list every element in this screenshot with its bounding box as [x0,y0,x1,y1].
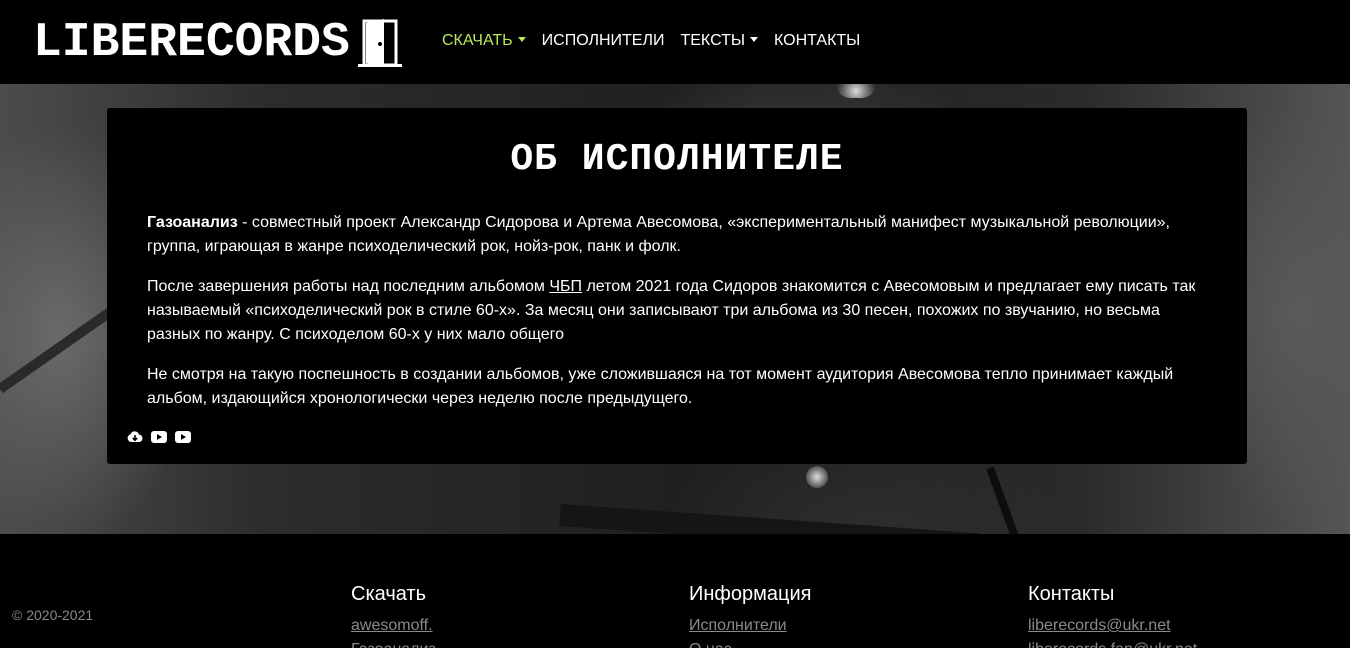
caret-down-icon [750,37,759,42]
footer-column-title: Скачать [351,583,426,605]
social-links [127,430,191,444]
footer-column-title: Контакты [1028,583,1115,605]
background-decoration [806,466,828,488]
project-name: Газоанализ [147,214,238,231]
about-title: ОБ ИСПОЛНИТЕЛЕ [510,138,844,181]
footer-column-title: Информация [689,583,812,605]
brand-logo-link[interactable]: LIBERECORDS [33,14,402,72]
about-paragraph-1: Газоанализ - совместный проект Александр… [147,211,1207,259]
background-decoration [836,84,876,98]
caret-down-icon [517,37,526,42]
about-paragraph-2: После завершения работы над последним ал… [147,275,1207,347]
about-paragraph-3: Не смотря на такую поспешность в создани… [147,366,1174,407]
nav-item-label: ИСПОЛНИТЕЛИ [541,32,665,49]
youtube-icon[interactable] [175,430,191,444]
hero-background: ОБ ИСПОЛНИТЕЛЕ Газоанализ - совместный п… [0,84,1350,534]
about-panel: ОБ ИСПОЛНИТЕЛЕ Газоанализ - совместный п… [107,108,1247,464]
paragraph-text: - совместный проект Александр Сидорова и… [147,214,1170,255]
cloud-download-icon[interactable] [127,430,143,444]
footer-link[interactable]: Исполнители [689,616,811,636]
nav-item-download[interactable]: СКАЧАТЬ [442,30,526,52]
about-text: Газоанализ - совместный проект Александр… [147,211,1207,411]
nav-item-artists[interactable]: ИСПОЛНИТЕЛИ [542,30,665,52]
footer-link[interactable]: Газоанализ [351,640,436,648]
paragraph-text: После завершения работы над последним ал… [147,278,550,295]
navbar: LIBERECORDS СКАЧАТЬ ИСПОЛНИТЕЛИ ТЕКСТЫ К… [0,0,1350,84]
youtube-icon[interactable] [151,430,167,444]
album-link[interactable]: ЧБП [549,278,582,295]
door-logo-icon [357,17,402,69]
nav-item-label: ТЕКСТЫ [680,32,746,49]
footer-link[interactable]: awesomoff. [351,616,436,636]
footer-column-contacts: Контакты liberecords@ukr.net liberecords… [1028,582,1197,648]
footer-link[interactable]: О нас [689,640,811,648]
nav-item-lyrics[interactable]: ТЕКСТЫ [680,30,759,52]
footer: © 2020-2021 Скачать awesomoff. Газоанали… [0,534,1350,648]
footer-email-link[interactable]: liberecords.fan@ukr.net [1028,640,1197,648]
footer-email-link[interactable]: liberecords@ukr.net [1028,616,1197,636]
nav-item-contacts[interactable]: КОНТАКТЫ [774,30,860,52]
background-decoration [986,466,1025,534]
nav-item-label: СКАЧАТЬ [442,32,513,49]
brand-name: LIBERECORDS [33,16,350,70]
footer-column-download: Скачать awesomoff. Газоанализ [351,582,436,648]
main-nav: СКАЧАТЬ ИСПОЛНИТЕЛИ ТЕКСТЫ КОНТАКТЫ [442,30,876,52]
background-decoration [559,504,980,534]
copyright: © 2020-2021 [12,607,94,623]
footer-column-info: Информация Исполнители О нас [689,582,811,648]
nav-item-label: КОНТАКТЫ [774,32,861,49]
